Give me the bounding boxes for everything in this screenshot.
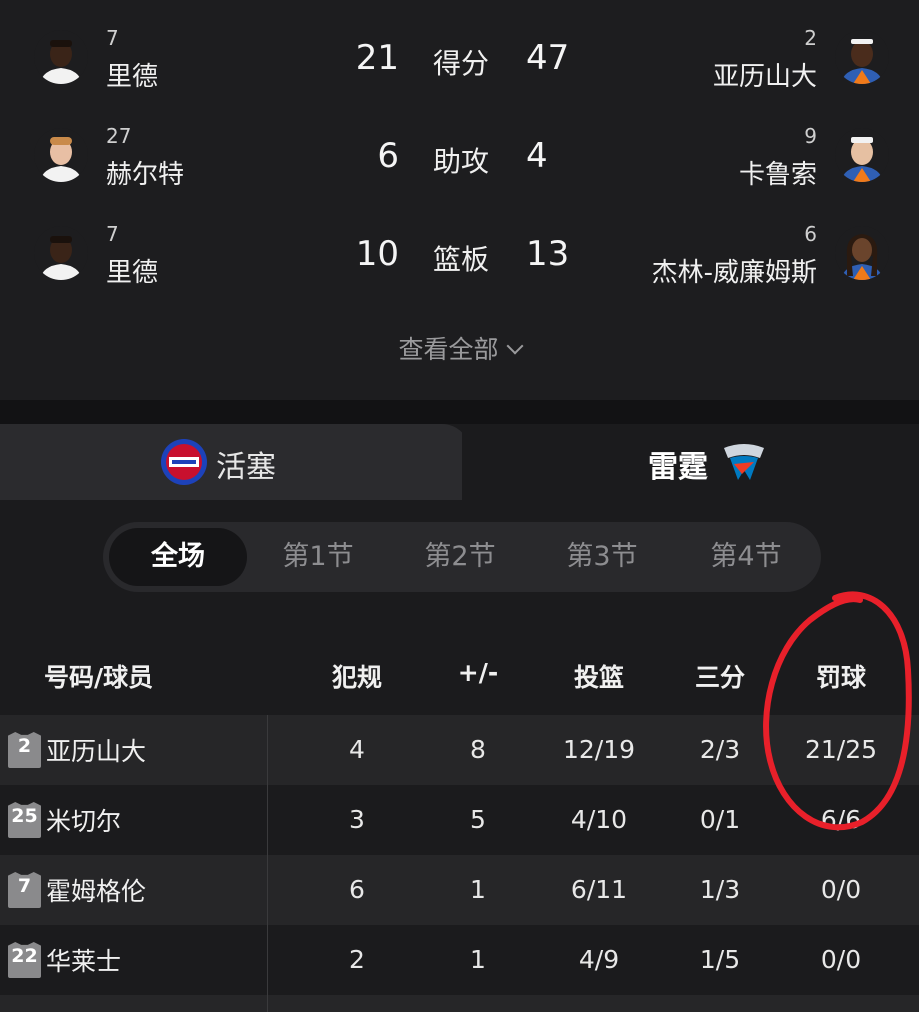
leader-right-player[interactable]: 2 亚历山大 <box>489 8 889 98</box>
player-avatar <box>34 128 88 182</box>
player-avatar <box>835 128 889 182</box>
player-number: 7 <box>106 222 119 246</box>
table-row[interactable]: 25 米切尔 3 5 4/10 0/1 6/6 <box>0 785 919 855</box>
leader-right-player[interactable]: 6 杰林-威廉姆斯 <box>489 204 889 294</box>
section-divider <box>0 400 919 424</box>
tab-period-q1[interactable]: 第1节 <box>249 528 387 586</box>
header-plus-minus[interactable]: +/- <box>418 658 538 687</box>
cell-three-pointers: 2/3 <box>699 735 741 764</box>
team-name-thunder: 雷霆 <box>648 450 708 485</box>
table-row[interactable]: 22 华莱士 2 1 4/9 1/5 0/0 <box>0 925 919 995</box>
player-name: 杰林-威廉姆斯 <box>651 258 817 288</box>
left-stat-value: 6 <box>377 136 399 176</box>
header-fouls[interactable]: 犯规 <box>297 658 417 694</box>
table-row[interactable]: 2 亚历山大 4 8 12/19 2/3 21/25 <box>0 715 919 785</box>
tab-team-pistons[interactable]: 活塞 <box>0 424 470 500</box>
tab-period-full-game[interactable]: 全场 <box>109 528 247 586</box>
tab-period-q2[interactable]: 第2节 <box>391 528 529 586</box>
player-number: 9 <box>804 124 817 148</box>
left-stat-value: 21 <box>355 38 399 78</box>
table-row[interactable]: 7 霍姆格伦 6 1 6/11 1/3 0/0 <box>0 855 919 925</box>
team-name-pistons: 活塞 <box>216 450 276 485</box>
cell-field-goals: 4/9 <box>578 945 620 974</box>
left-stat-value: 10 <box>355 234 399 274</box>
cell-field-goals: 4/10 <box>570 805 628 834</box>
player-name: 卡鲁索 <box>738 160 817 190</box>
tab-period-q4[interactable]: 第4节 <box>677 528 815 586</box>
player-name: 里德 <box>106 258 159 288</box>
cell-free-throws: 0/0 <box>820 875 862 904</box>
cell-plus-minus: 1 <box>470 875 486 904</box>
jersey-number: 25 <box>11 805 38 827</box>
header-field-goals[interactable]: 投篮 <box>539 658 659 694</box>
chevron-down-icon <box>506 337 523 355</box>
cell-fouls: 3 <box>349 805 365 834</box>
cell-fouls: 2 <box>349 945 365 974</box>
cell-free-throws: 6/6 <box>820 805 862 834</box>
cell-three-pointers: 1/3 <box>699 875 741 904</box>
cell-fouls: 6 <box>349 875 365 904</box>
period-selector: 全场 第1节 第2节 第3节 第4节 <box>103 522 821 592</box>
player-avatar <box>835 226 889 280</box>
player-number: 2 <box>804 26 817 50</box>
player-avatar <box>835 30 889 84</box>
stat-leaders-panel: 7 里德 21 得分 47 2 亚历山大 27 赫尔特 6 助攻 4 9 卡鲁索… <box>0 0 919 400</box>
leader-left-player[interactable]: 27 赫尔特 <box>34 106 334 196</box>
tab-team-thunder[interactable]: 雷霆 <box>462 424 919 500</box>
leader-row-rebounds: 7 里德 10 篮板 13 6 杰林-威廉姆斯 <box>0 204 919 294</box>
player-name: 米切尔 <box>46 807 122 836</box>
stats-table-header: 号码/球员 犯规 +/- 投篮 三分 罚球 <box>0 640 919 710</box>
cell-field-goals: 6/11 <box>570 875 628 904</box>
player-name: 赫尔特 <box>106 160 185 190</box>
leader-left-player[interactable]: 7 里德 <box>34 8 334 98</box>
leader-left-player[interactable]: 7 里德 <box>34 204 334 294</box>
thunder-logo-icon <box>720 438 768 486</box>
column-divider <box>267 715 268 1012</box>
pistons-logo-icon <box>160 438 208 486</box>
player-name: 华莱士 <box>46 947 122 976</box>
cell-field-goals: 12/19 <box>562 735 636 764</box>
header-free-throws[interactable]: 罚球 <box>781 658 901 694</box>
player-number: 6 <box>804 222 817 246</box>
player-name: 霍姆格伦 <box>46 877 147 906</box>
header-three-pointers[interactable]: 三分 <box>660 658 780 694</box>
cell-free-throws: 0/0 <box>820 945 862 974</box>
cell-fouls: 4 <box>349 735 365 764</box>
tab-period-q3[interactable]: 第3节 <box>533 528 671 586</box>
cell-three-pointers: 0/1 <box>699 805 741 834</box>
jersey-number: 7 <box>17 875 32 897</box>
jersey-number: 2 <box>17 735 32 757</box>
header-player[interactable]: 号码/球员 <box>44 658 164 694</box>
team-tabs: 活塞 雷霆 <box>0 424 919 500</box>
player-name: 亚历山大 <box>712 62 817 92</box>
player-number: 7 <box>106 26 119 50</box>
player-avatar <box>34 30 88 84</box>
view-all-link[interactable]: 查看全部 <box>0 330 919 366</box>
player-avatar <box>34 226 88 280</box>
view-all-label: 查看全部 <box>398 335 499 364</box>
table-row-partial[interactable] <box>0 995 919 1012</box>
player-name: 里德 <box>106 62 159 92</box>
player-number: 27 <box>106 124 132 148</box>
cell-plus-minus: 8 <box>470 735 486 764</box>
cell-free-throws: 21/25 <box>804 735 878 764</box>
cell-plus-minus: 5 <box>470 805 486 834</box>
cell-plus-minus: 1 <box>470 945 486 974</box>
leader-row-points: 7 里德 21 得分 47 2 亚历山大 <box>0 8 919 98</box>
player-name: 亚历山大 <box>46 737 147 766</box>
leader-right-player[interactable]: 9 卡鲁索 <box>489 106 889 196</box>
jersey-number: 22 <box>11 945 38 967</box>
cell-three-pointers: 1/5 <box>699 945 741 974</box>
leader-row-assists: 27 赫尔特 6 助攻 4 9 卡鲁索 <box>0 106 919 196</box>
